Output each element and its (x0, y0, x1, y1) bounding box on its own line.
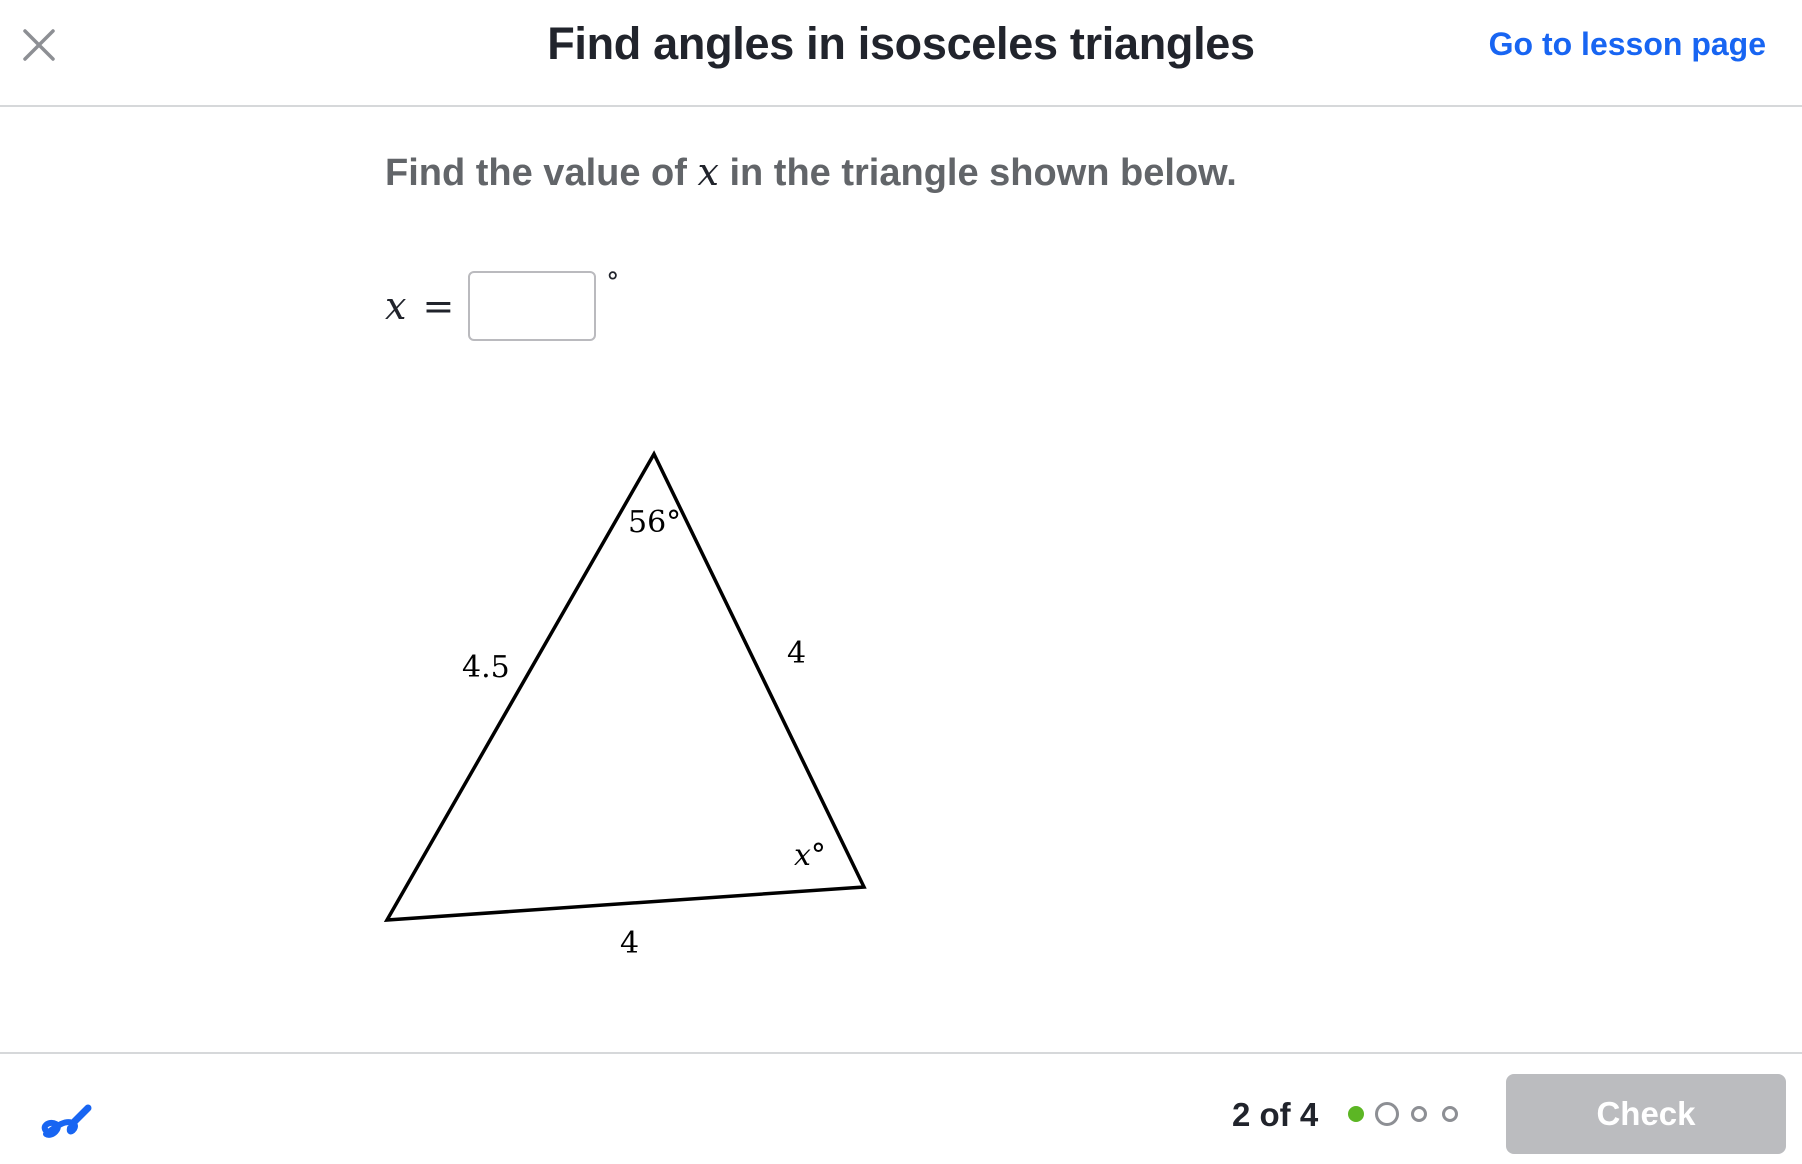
triangle-shape (383, 450, 867, 922)
question-prompt: Find the value of x in the triangle show… (385, 150, 1237, 195)
progress-dot-1 (1348, 1106, 1364, 1122)
close-icon (23, 29, 55, 61)
right-side-label: 4 (787, 636, 806, 671)
progress-dots (1346, 1102, 1466, 1126)
footer-bar: 2 of 4 Check (0, 1052, 1802, 1164)
prompt-text-before: Find the value of (385, 152, 698, 194)
progress-dot-2 (1375, 1102, 1399, 1126)
answer-variable: x (385, 284, 407, 328)
prompt-text-after: in the triangle shown below. (718, 152, 1237, 194)
go-to-lesson-link[interactable]: Go to lesson page (1489, 26, 1766, 63)
top-angle-label: 56° (628, 505, 681, 540)
equals-sign: = (422, 284, 455, 328)
bottom-angle-label: x° (794, 838, 826, 873)
progress-counter: 2 of 4 (1232, 1096, 1319, 1133)
triangle-diagram: 56° 4.5 4 x° 4 (383, 450, 867, 961)
header-bar: Find angles in isosceles triangles Go to… (0, 0, 1802, 107)
scratchpad-button[interactable] (34, 1084, 98, 1148)
left-side-label: 4.5 (462, 650, 510, 685)
check-button[interactable]: Check (1506, 1074, 1786, 1154)
answer-label: x = (385, 284, 454, 328)
answer-row: x = ° (385, 268, 620, 342)
exercise-page: Find angles in isosceles triangles Go to… (0, 0, 1802, 1164)
prompt-variable: x (697, 150, 719, 194)
answer-input[interactable] (468, 271, 597, 341)
degree-unit: ° (606, 268, 620, 298)
close-button[interactable] (16, 22, 62, 68)
progress-dot-3 (1411, 1106, 1427, 1122)
progress-dot-4 (1442, 1106, 1458, 1122)
scratchpad-pen-icon (41, 1104, 92, 1138)
bottom-side-label: 4 (620, 926, 639, 961)
